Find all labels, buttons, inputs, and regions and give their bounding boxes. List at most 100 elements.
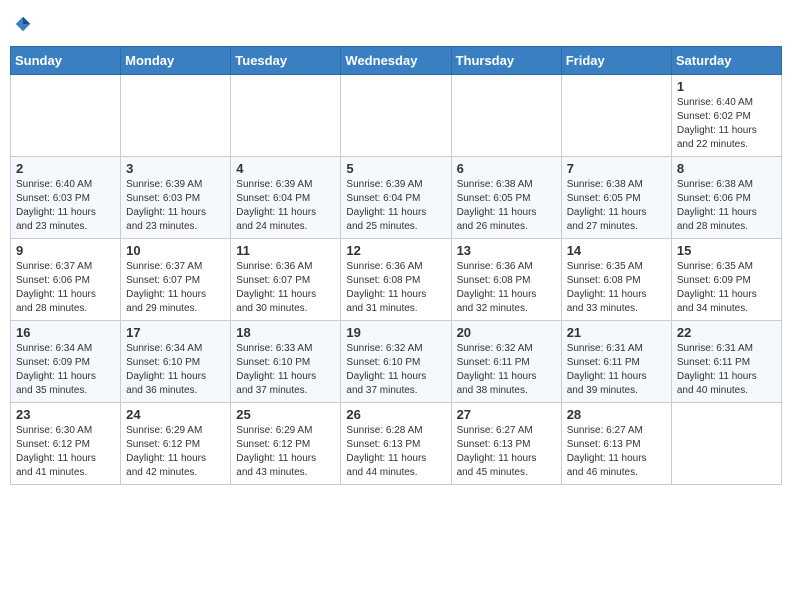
calendar-cell <box>231 74 341 156</box>
day-info: Sunrise: 6:38 AM Sunset: 6:05 PM Dayligh… <box>457 178 556 234</box>
day-number: 27 <box>457 407 556 422</box>
calendar-cell: 3 Sunrise: 6:39 AM Sunset: 6:03 PM Daylig… <box>121 156 231 238</box>
calendar-cell <box>341 74 451 156</box>
day-info: Sunrise: 6:29 AM Sunset: 6:12 PM Dayligh… <box>126 424 225 480</box>
calendar-cell: 16 Sunrise: 6:34 AM Sunset: 6:09 PM Dayli… <box>11 320 121 402</box>
calendar-cell: 23 Sunrise: 6:30 AM Sunset: 6:12 PM Dayli… <box>11 402 121 484</box>
calendar-header-monday: Monday <box>121 46 231 74</box>
day-info: Sunrise: 6:29 AM Sunset: 6:12 PM Dayligh… <box>236 424 335 480</box>
day-number: 23 <box>16 407 115 422</box>
calendar-cell: 11 Sunrise: 6:36 AM Sunset: 6:07 PM Dayli… <box>231 238 341 320</box>
calendar-cell: 17 Sunrise: 6:34 AM Sunset: 6:10 PM Dayli… <box>121 320 231 402</box>
day-number: 5 <box>346 161 445 176</box>
day-info: Sunrise: 6:28 AM Sunset: 6:13 PM Dayligh… <box>346 424 445 480</box>
day-info: Sunrise: 6:32 AM Sunset: 6:11 PM Dayligh… <box>457 342 556 398</box>
day-number: 24 <box>126 407 225 422</box>
day-number: 9 <box>16 243 115 258</box>
calendar-cell: 7 Sunrise: 6:38 AM Sunset: 6:05 PM Daylig… <box>561 156 671 238</box>
day-number: 19 <box>346 325 445 340</box>
calendar-cell: 5 Sunrise: 6:39 AM Sunset: 6:04 PM Daylig… <box>341 156 451 238</box>
calendar-week-row: 16 Sunrise: 6:34 AM Sunset: 6:09 PM Dayli… <box>11 320 782 402</box>
calendar-cell: 18 Sunrise: 6:33 AM Sunset: 6:10 PM Dayli… <box>231 320 341 402</box>
day-number: 20 <box>457 325 556 340</box>
calendar-header-wednesday: Wednesday <box>341 46 451 74</box>
calendar-cell: 20 Sunrise: 6:32 AM Sunset: 6:11 PM Dayli… <box>451 320 561 402</box>
calendar-cell: 4 Sunrise: 6:39 AM Sunset: 6:04 PM Daylig… <box>231 156 341 238</box>
calendar-cell: 19Sunrise: 6:32 AM Sunset: 6:10 PM Dayli… <box>341 320 451 402</box>
calendar-cell: 26 Sunrise: 6:28 AM Sunset: 6:13 PM Dayli… <box>341 402 451 484</box>
day-number: 10 <box>126 243 225 258</box>
day-number: 3 <box>126 161 225 176</box>
calendar-cell: 10Sunrise: 6:37 AM Sunset: 6:07 PM Dayli… <box>121 238 231 320</box>
calendar-cell <box>11 74 121 156</box>
day-info: Sunrise: 6:40 AM Sunset: 6:03 PM Dayligh… <box>16 178 115 234</box>
calendar-cell: 13 Sunrise: 6:36 AM Sunset: 6:08 PM Dayli… <box>451 238 561 320</box>
calendar-week-row: 2 Sunrise: 6:40 AM Sunset: 6:03 PM Daylig… <box>11 156 782 238</box>
day-info: Sunrise: 6:34 AM Sunset: 6:10 PM Dayligh… <box>126 342 225 398</box>
day-number: 17 <box>126 325 225 340</box>
calendar-week-row: 1 Sunrise: 6:40 AM Sunset: 6:02 PM Daylig… <box>11 74 782 156</box>
calendar-header-friday: Friday <box>561 46 671 74</box>
calendar-table: SundayMondayTuesdayWednesdayThursdayFrid… <box>10 46 782 485</box>
calendar-header-row: SundayMondayTuesdayWednesdayThursdayFrid… <box>11 46 782 74</box>
calendar-cell: 22 Sunrise: 6:31 AM Sunset: 6:11 PM Dayli… <box>671 320 781 402</box>
day-info: Sunrise: 6:36 AM Sunset: 6:08 PM Dayligh… <box>457 260 556 316</box>
day-info: Sunrise: 6:38 AM Sunset: 6:05 PM Dayligh… <box>567 178 666 234</box>
calendar-cell <box>121 74 231 156</box>
day-info: Sunrise: 6:40 AM Sunset: 6:02 PM Dayligh… <box>677 96 776 152</box>
day-number: 18 <box>236 325 335 340</box>
header <box>10 10 782 38</box>
day-info: Sunrise: 6:27 AM Sunset: 6:13 PM Dayligh… <box>567 424 666 480</box>
day-number: 26 <box>346 407 445 422</box>
calendar-cell: 24 Sunrise: 6:29 AM Sunset: 6:12 PM Dayli… <box>121 402 231 484</box>
day-number: 22 <box>677 325 776 340</box>
calendar-cell: 2 Sunrise: 6:40 AM Sunset: 6:03 PM Daylig… <box>11 156 121 238</box>
day-number: 7 <box>567 161 666 176</box>
calendar-cell: 1 Sunrise: 6:40 AM Sunset: 6:02 PM Daylig… <box>671 74 781 156</box>
day-info: Sunrise: 6:33 AM Sunset: 6:10 PM Dayligh… <box>236 342 335 398</box>
calendar-cell: 15 Sunrise: 6:35 AM Sunset: 6:09 PM Dayli… <box>671 238 781 320</box>
calendar-cell <box>451 74 561 156</box>
calendar-cell <box>671 402 781 484</box>
day-info: Sunrise: 6:31 AM Sunset: 6:11 PM Dayligh… <box>677 342 776 398</box>
day-number: 1 <box>677 79 776 94</box>
calendar-cell: 9 Sunrise: 6:37 AM Sunset: 6:06 PM Daylig… <box>11 238 121 320</box>
day-info: Sunrise: 6:38 AM Sunset: 6:06 PM Dayligh… <box>677 178 776 234</box>
day-number: 4 <box>236 161 335 176</box>
day-info: Sunrise: 6:39 AM Sunset: 6:04 PM Dayligh… <box>236 178 335 234</box>
calendar-cell: 12 Sunrise: 6:36 AM Sunset: 6:08 PM Dayli… <box>341 238 451 320</box>
day-number: 6 <box>457 161 556 176</box>
day-number: 14 <box>567 243 666 258</box>
calendar-cell: 21 Sunrise: 6:31 AM Sunset: 6:11 PM Dayli… <box>561 320 671 402</box>
day-info: Sunrise: 6:31 AM Sunset: 6:11 PM Dayligh… <box>567 342 666 398</box>
day-info: Sunrise: 6:36 AM Sunset: 6:07 PM Dayligh… <box>236 260 335 316</box>
day-number: 12 <box>346 243 445 258</box>
day-info: Sunrise: 6:36 AM Sunset: 6:08 PM Dayligh… <box>346 260 445 316</box>
calendar-header-thursday: Thursday <box>451 46 561 74</box>
day-number: 13 <box>457 243 556 258</box>
calendar-container: SundayMondayTuesdayWednesdayThursdayFrid… <box>10 10 782 485</box>
day-number: 2 <box>16 161 115 176</box>
day-info: Sunrise: 6:35 AM Sunset: 6:08 PM Dayligh… <box>567 260 666 316</box>
day-info: Sunrise: 6:39 AM Sunset: 6:04 PM Dayligh… <box>346 178 445 234</box>
day-info: Sunrise: 6:39 AM Sunset: 6:03 PM Dayligh… <box>126 178 225 234</box>
day-info: Sunrise: 6:37 AM Sunset: 6:06 PM Dayligh… <box>16 260 115 316</box>
calendar-week-row: 23 Sunrise: 6:30 AM Sunset: 6:12 PM Dayli… <box>11 402 782 484</box>
calendar-cell: 25 Sunrise: 6:29 AM Sunset: 6:12 PM Dayli… <box>231 402 341 484</box>
day-number: 15 <box>677 243 776 258</box>
day-info: Sunrise: 6:30 AM Sunset: 6:12 PM Dayligh… <box>16 424 115 480</box>
logo <box>12 14 32 34</box>
day-info: Sunrise: 6:35 AM Sunset: 6:09 PM Dayligh… <box>677 260 776 316</box>
day-number: 21 <box>567 325 666 340</box>
calendar-week-row: 9 Sunrise: 6:37 AM Sunset: 6:06 PM Daylig… <box>11 238 782 320</box>
calendar-cell: 28 Sunrise: 6:27 AM Sunset: 6:13 PM Dayli… <box>561 402 671 484</box>
day-number: 28 <box>567 407 666 422</box>
calendar-header-tuesday: Tuesday <box>231 46 341 74</box>
calendar-header-saturday: Saturday <box>671 46 781 74</box>
day-info: Sunrise: 6:34 AM Sunset: 6:09 PM Dayligh… <box>16 342 115 398</box>
day-number: 25 <box>236 407 335 422</box>
day-number: 16 <box>16 325 115 340</box>
day-number: 11 <box>236 243 335 258</box>
calendar-cell: 27 Sunrise: 6:27 AM Sunset: 6:13 PM Dayli… <box>451 402 561 484</box>
day-info: Sunrise: 6:27 AM Sunset: 6:13 PM Dayligh… <box>457 424 556 480</box>
